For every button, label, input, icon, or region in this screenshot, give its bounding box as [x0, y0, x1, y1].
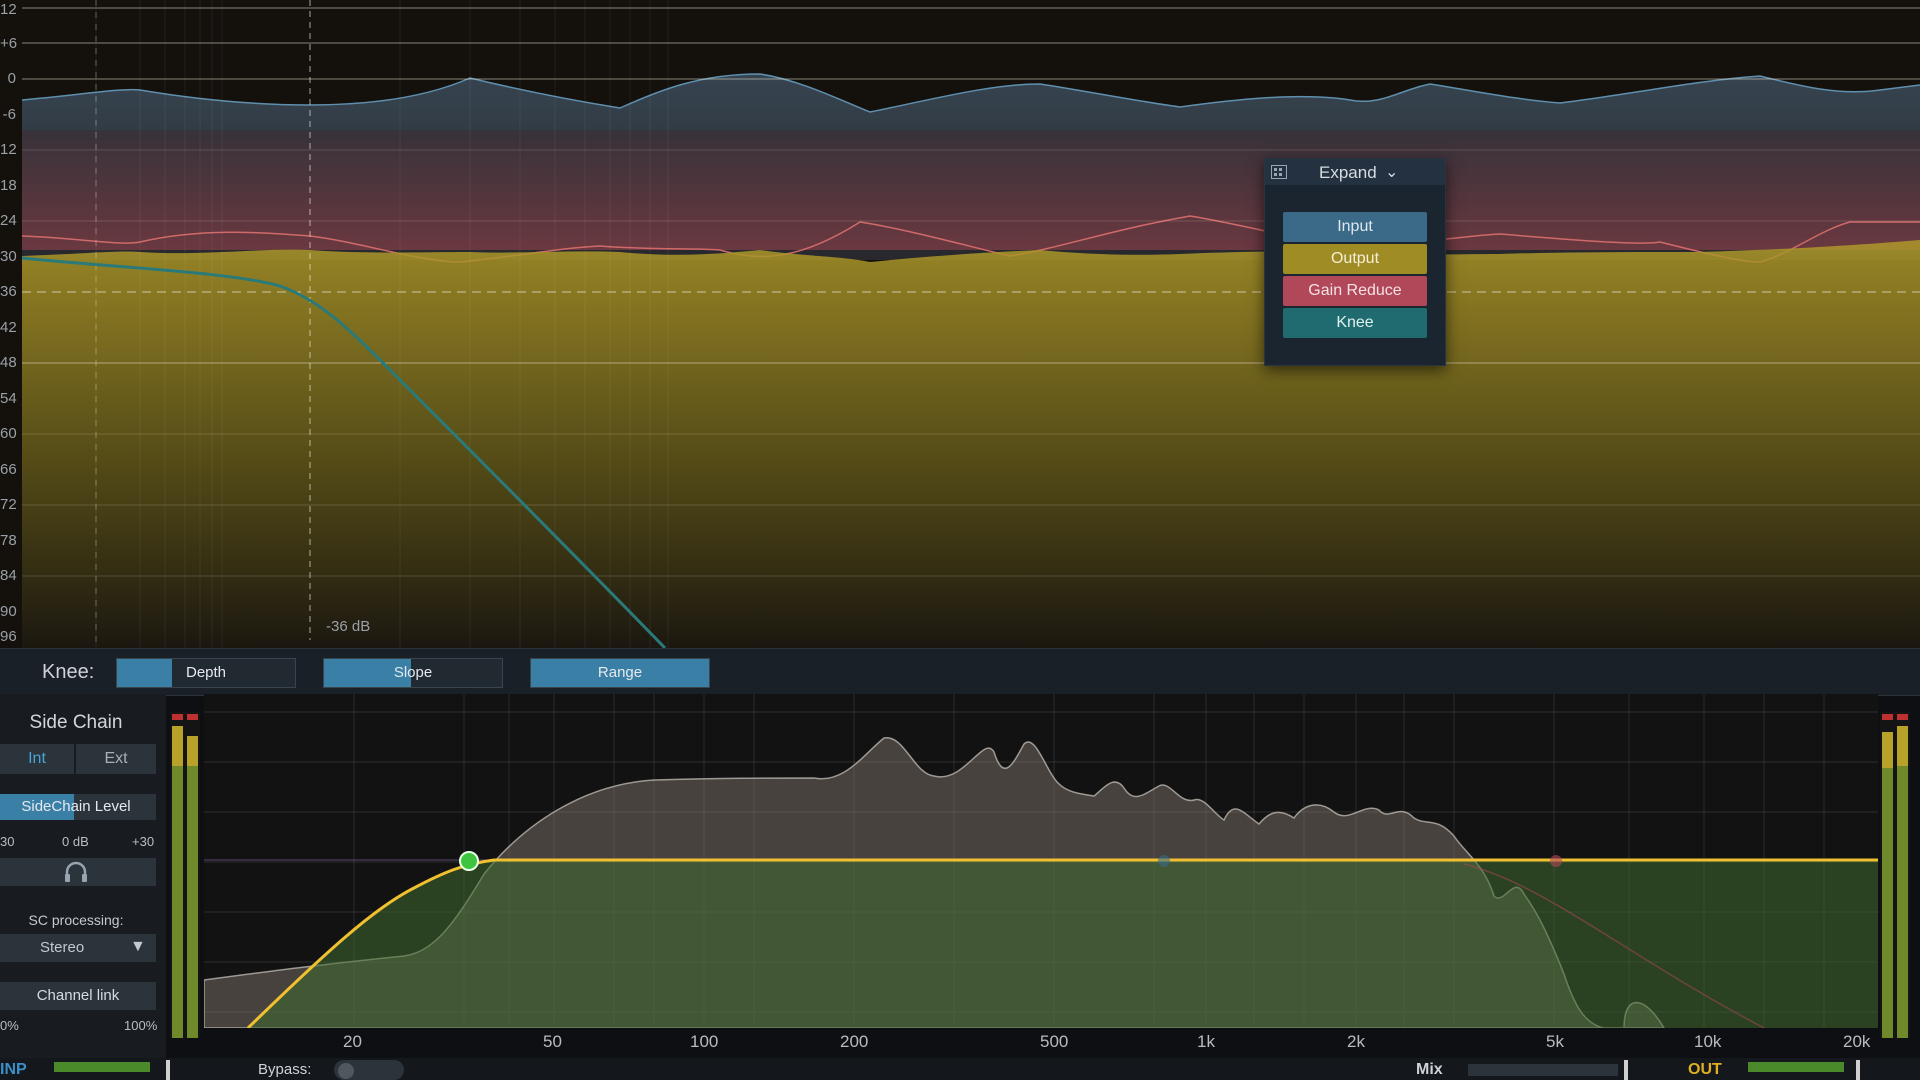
bypass-toggle[interactable]: [334, 1060, 404, 1080]
popup-item-gain-reduce[interactable]: Gain Reduce: [1283, 276, 1427, 306]
slider-label: Depth: [185, 664, 227, 681]
inp-meter: [54, 1062, 150, 1072]
bypass-label: Bypass:: [258, 1061, 312, 1078]
divider: [166, 1060, 170, 1080]
x-tick: 2k: [1347, 1032, 1365, 1051]
y-tick: 96: [0, 628, 17, 645]
out-label: OUT: [1688, 1061, 1722, 1078]
knee-depth-slider[interactable]: Depth: [116, 658, 296, 688]
sc-processing-value: Stereo: [40, 939, 85, 956]
x-tick: 5k: [1546, 1032, 1564, 1051]
knee-range-slider[interactable]: Range: [530, 658, 710, 688]
knee-bar: Knee: Depth Slope Range: [0, 648, 1920, 696]
popup-title[interactable]: Expand: [1319, 163, 1377, 183]
display-popup: Expand ⌄ Input Output Gain Reduce Knee: [1264, 158, 1446, 366]
y-tick: +6: [0, 35, 18, 52]
mix-label: Mix: [1416, 1061, 1443, 1078]
x-tick: 200: [840, 1032, 869, 1051]
output-level-meter: [1880, 712, 1910, 1038]
y-tick: 36: [0, 283, 17, 300]
y-tick: 24: [0, 212, 17, 229]
level-mid-label: 0 dB: [62, 834, 89, 849]
sidechain-level-slider[interactable]: SideChain Level: [0, 794, 156, 820]
y-tick: 30: [0, 248, 17, 265]
dynamics-graph-svg: [21, 0, 1920, 648]
sc-processing-select[interactable]: Stereo ▼: [0, 934, 156, 962]
y-tick: 42: [0, 319, 17, 336]
y-tick: 48: [0, 354, 17, 371]
int-button[interactable]: Int: [0, 744, 74, 774]
y-tick: 12: [0, 1, 17, 18]
eq-fill: [248, 860, 1878, 1028]
popup-item-output[interactable]: Output: [1283, 244, 1427, 274]
eq-node-lowpass: [1550, 855, 1562, 867]
slider-label: Range: [597, 664, 643, 681]
grid-icon[interactable]: [1271, 165, 1287, 179]
x-tick: 100: [690, 1032, 719, 1051]
output-fill: [22, 240, 1920, 648]
cursor-readout: -36 dB: [326, 618, 371, 635]
y-tick: 84: [0, 567, 17, 584]
toggle-knob: [338, 1063, 354, 1079]
level-max-label: +30: [132, 834, 155, 849]
triangle-down-icon: ▼: [130, 938, 146, 955]
side-chain-panel: Side Chain Int Ext SideChain Level 30 0 …: [0, 694, 166, 1080]
y-tick: 18: [0, 177, 17, 194]
bottom-bar: INP Bypass: Mix OUT: [0, 1058, 1920, 1080]
inp-label: INP: [0, 1061, 27, 1078]
y-tick: 78: [0, 532, 17, 549]
level-min-label: 30: [0, 834, 15, 849]
ext-button[interactable]: Ext: [76, 744, 156, 774]
eq-graph-svg: [204, 694, 1878, 1028]
x-tick: 500: [1040, 1032, 1069, 1051]
x-tick: 20: [343, 1032, 362, 1051]
popup-item-knee[interactable]: Knee: [1283, 308, 1427, 338]
channel-link-slider[interactable]: Channel link: [0, 982, 156, 1010]
popup-item-input[interactable]: Input: [1283, 212, 1427, 242]
x-tick: 10k: [1694, 1032, 1722, 1051]
slider-label: Slope: [393, 664, 433, 681]
headphones-icon: [65, 861, 87, 882]
sidechain-eq-graph[interactable]: [204, 694, 1878, 1028]
gain-reduce-band: [22, 130, 1920, 250]
divider: [1856, 1060, 1860, 1080]
knee-label: Knee:: [42, 661, 95, 683]
x-tick: 50: [543, 1032, 562, 1051]
sidechain-listen-button[interactable]: [0, 858, 156, 886]
out-meter: [1748, 1062, 1844, 1072]
y-tick: 90: [0, 603, 17, 620]
slider-label: SideChain Level: [21, 798, 131, 815]
dynamics-graph[interactable]: 12 +6 0 -6 12 18 24 30 36 42 48 54 60 66…: [0, 0, 1920, 648]
y-tick: 72: [0, 496, 17, 513]
side-chain-title: Side Chain: [29, 712, 123, 733]
y-tick: -6: [2, 106, 16, 123]
chevron-down-icon[interactable]: ⌄: [1385, 162, 1398, 182]
y-tick: 54: [0, 390, 17, 407]
knee-slope-slider[interactable]: Slope: [323, 658, 503, 688]
mix-slider[interactable]: [1468, 1064, 1618, 1076]
eq-node-mid: [1158, 855, 1170, 867]
divider: [1624, 1060, 1628, 1080]
eq-node-highpass: [459, 851, 479, 871]
y-tick: 60: [0, 425, 17, 442]
y-tick: 66: [0, 461, 17, 478]
popup-header[interactable]: Expand ⌄: [1265, 159, 1445, 185]
link-min-label: 0%: [0, 1018, 19, 1033]
x-tick: 1k: [1197, 1032, 1215, 1051]
x-tick: 20k: [1843, 1032, 1871, 1051]
sc-processing-label: SC processing:: [28, 912, 124, 928]
link-max-label: 100%: [124, 1018, 158, 1033]
y-tick: 0: [7, 70, 16, 87]
input-level-meter: [170, 712, 200, 1038]
y-tick: 12: [0, 141, 17, 158]
